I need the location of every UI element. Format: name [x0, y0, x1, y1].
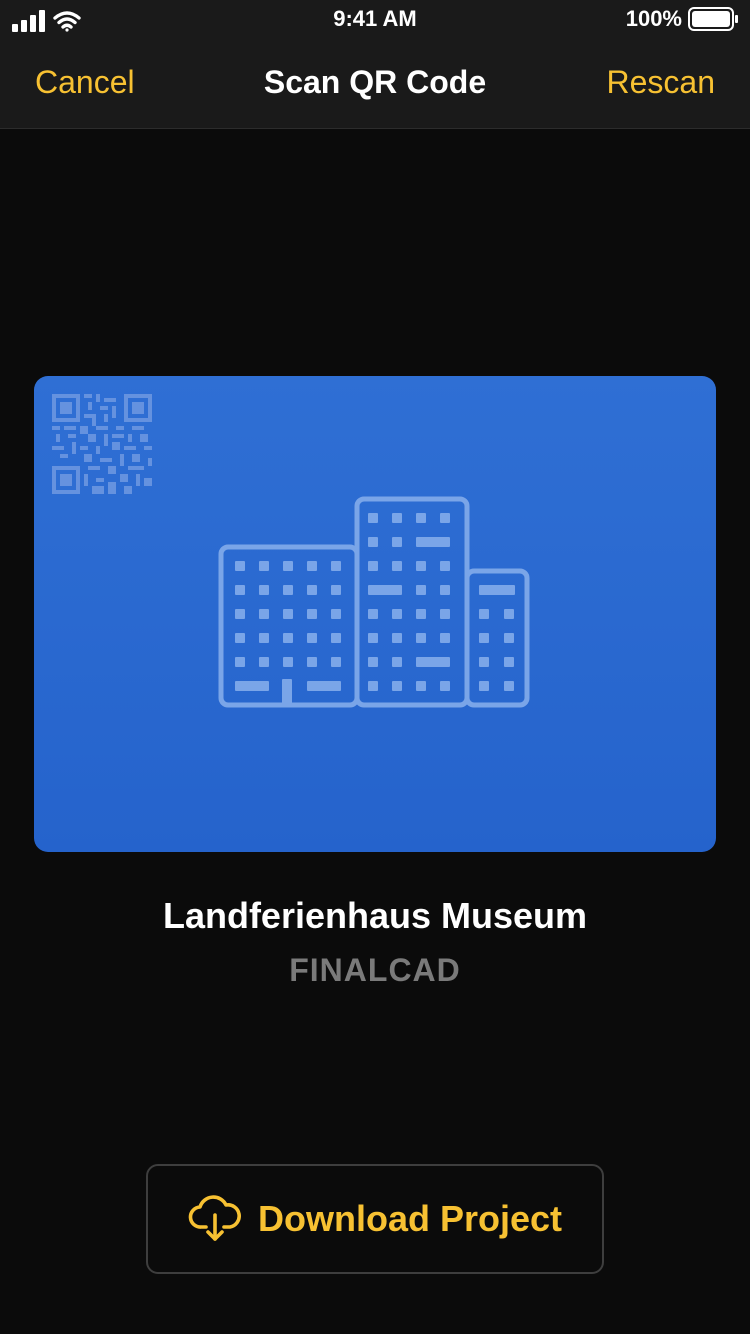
status-right: 100%	[626, 6, 740, 32]
download-project-label: Download Project	[257, 1198, 563, 1239]
scan-qr-screen: 9:41 AM 100% Cancel Scan QR Code Rescan	[0, 0, 750, 1334]
battery-percentage: 100%	[625, 6, 682, 31]
project-name: Landferienhaus Museum	[162, 895, 588, 936]
battery-icon	[688, 7, 738, 31]
company-name: FINALCAD	[289, 952, 461, 988]
building-icon	[218, 496, 530, 708]
project-card	[34, 376, 716, 852]
rescan-button[interactable]: Rescan	[607, 64, 716, 101]
status-bar: 9:41 AM 100%	[0, 0, 750, 40]
navigation-bar: Cancel Scan QR Code Rescan	[0, 40, 750, 129]
cloud-download-icon	[188, 1195, 241, 1241]
download-project-button[interactable]: Download Project	[146, 1164, 604, 1274]
qr-code-icon	[52, 394, 152, 494]
